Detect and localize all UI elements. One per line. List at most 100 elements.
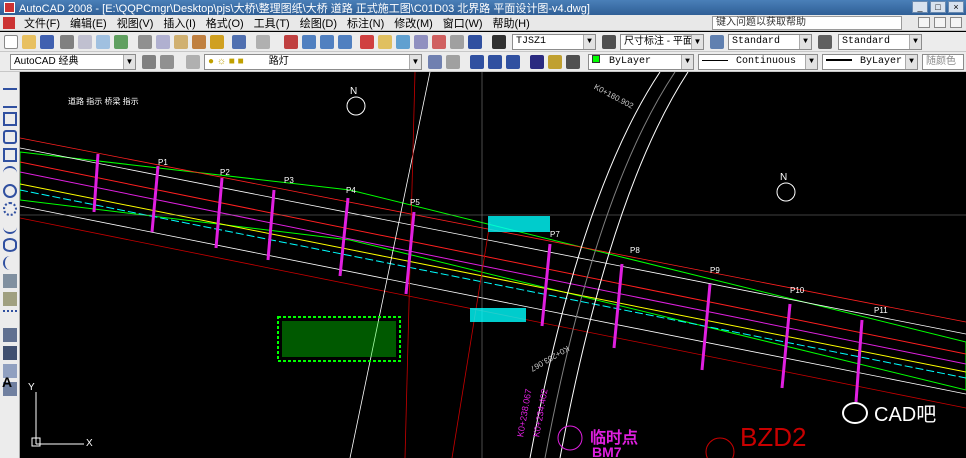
construction-line-icon[interactable] (3, 94, 17, 108)
design-center-icon[interactable] (378, 35, 392, 49)
workspace-select[interactable]: AutoCAD 经典 ▼ (10, 54, 136, 70)
markup-icon[interactable] (432, 35, 446, 49)
workspace-gear-icon[interactable] (160, 55, 174, 69)
multileader-style-icon[interactable] (818, 35, 832, 49)
workspace-settings-icon[interactable] (142, 55, 156, 69)
layer-tool-icon-3[interactable] (506, 55, 520, 69)
menu-edit[interactable]: 编辑(E) (65, 15, 112, 31)
layer-manager-icon[interactable] (186, 55, 200, 69)
color-swatch (592, 55, 600, 63)
doc-close-button[interactable] (950, 17, 962, 28)
doc-restore-button[interactable] (934, 17, 946, 28)
make-current-layer-icon[interactable] (428, 55, 442, 69)
menu-tools[interactable]: 工具(T) (249, 15, 295, 31)
save-icon[interactable] (40, 35, 54, 49)
layer-tool-icon-1[interactable] (470, 55, 484, 69)
undo-icon[interactable] (232, 35, 246, 49)
maximize-button[interactable]: □ (930, 1, 946, 13)
polyline-icon[interactable] (3, 112, 17, 126)
cut-icon[interactable] (138, 35, 152, 49)
print-icon[interactable] (60, 35, 74, 49)
menu-draw[interactable]: 绘图(D) (295, 15, 342, 31)
document-icon[interactable] (3, 16, 15, 29)
wechat-logo-icon (842, 401, 868, 424)
color-select[interactable]: ByLayer ▼ (588, 54, 694, 70)
pier-label-p2: P2 (220, 168, 230, 177)
pier-label-p5: P5 (410, 198, 420, 207)
layer-tool-icon-2[interactable] (488, 55, 502, 69)
layer-tool-icon-5[interactable] (548, 55, 562, 69)
zoom-window-icon[interactable] (320, 35, 334, 49)
pier-label-p9: P9 (710, 266, 720, 275)
dim-style-value: 尺寸标注 - 平面 (624, 36, 693, 47)
benchmark-label: BZD2 (740, 422, 807, 452)
publish-icon[interactable] (96, 35, 110, 49)
calculator-icon[interactable] (450, 35, 464, 49)
layer-tool-icon-4[interactable] (530, 55, 544, 69)
layer-select[interactable]: ● ☼ ■ ■ 路灯 ▼ (204, 54, 422, 70)
layer-tool-icon-6[interactable] (566, 55, 580, 69)
layer-value: 路灯 (268, 56, 289, 67)
minimize-button[interactable]: _ (912, 1, 928, 13)
tool-palettes-icon[interactable] (396, 35, 410, 49)
redo-icon[interactable] (256, 35, 270, 49)
point-icon[interactable] (3, 310, 17, 324)
menu-window[interactable]: 窗口(W) (438, 15, 488, 31)
multileader-style-select[interactable]: Standard ▼ (838, 34, 922, 50)
pier-label-p8: P8 (630, 246, 640, 255)
properties-icon[interactable] (360, 35, 374, 49)
help-search-input[interactable]: 键入问题以获取帮助 (712, 16, 902, 30)
open-file-icon[interactable] (22, 35, 36, 49)
match-properties-icon[interactable] (192, 35, 206, 49)
plot-style-select[interactable]: 随颜色 (922, 54, 964, 70)
lineweight-select[interactable]: ByLayer ▼ (822, 54, 918, 70)
paste-icon[interactable] (174, 35, 188, 49)
linetype-select[interactable]: Continuous ▼ (698, 54, 818, 70)
sheet-set-icon[interactable] (414, 35, 428, 49)
close-button[interactable]: × (948, 1, 964, 13)
dim-style-select[interactable]: 尺寸标注 - 平面 ▼ (620, 34, 704, 50)
zoom-previous-icon[interactable] (338, 35, 352, 49)
pan-icon[interactable] (284, 35, 298, 49)
menu-file[interactable]: 文件(F) (19, 15, 65, 31)
table-style-icon[interactable] (710, 35, 724, 49)
text-style-icon[interactable] (492, 35, 506, 49)
line-icon[interactable] (3, 76, 17, 90)
lineweight-value: ByLayer (860, 56, 903, 67)
zoom-realtime-icon[interactable] (302, 35, 316, 49)
new-file-icon[interactable] (4, 35, 18, 49)
copy-icon[interactable] (156, 35, 170, 49)
make-block-icon[interactable] (3, 292, 17, 306)
revision-cloud-icon[interactable] (3, 202, 17, 216)
menu-dimension[interactable]: 标注(N) (342, 15, 389, 31)
spline-icon[interactable] (3, 220, 17, 234)
multiline-text-icon[interactable]: A (2, 374, 18, 390)
hatch-icon[interactable] (3, 328, 17, 342)
menu-modify[interactable]: 修改(M) (389, 15, 438, 31)
text-style-select[interactable]: TJSZ1 ▼ (512, 34, 596, 50)
autocad-app-icon[interactable] (4, 2, 15, 13)
menu-help[interactable]: 帮助(H) (488, 15, 535, 31)
plot-preview-icon[interactable] (78, 35, 92, 49)
block-editor-icon[interactable] (210, 35, 224, 49)
menu-insert[interactable]: 插入(I) (158, 15, 200, 31)
pier-label-p7: P7 (550, 230, 560, 239)
drawing-area[interactable]: 道路 指示 桥梁 指示 N N P1 P2 P3 P4 P5 P7 P8 P9 … (20, 72, 966, 458)
doc-minimize-button[interactable] (918, 17, 930, 28)
circle-icon[interactable] (3, 184, 17, 198)
temp-point-code: BM7 (592, 444, 622, 458)
ellipse-arc-icon[interactable] (3, 256, 17, 270)
ellipse-icon[interactable] (3, 238, 17, 252)
polygon-icon[interactable] (3, 130, 17, 144)
menu-view[interactable]: 视图(V) (112, 15, 159, 31)
rectangle-icon[interactable] (3, 148, 17, 162)
dim-style-icon[interactable] (602, 35, 616, 49)
arc-icon[interactable] (3, 166, 17, 180)
layer-previous-icon[interactable] (446, 55, 460, 69)
3d-dwf-icon[interactable] (114, 35, 128, 49)
menu-format[interactable]: 格式(O) (201, 15, 249, 31)
insert-block-icon[interactable] (3, 274, 17, 288)
gradient-icon[interactable] (3, 346, 17, 360)
table-style-select[interactable]: Standard ▼ (728, 34, 812, 50)
help-icon[interactable] (468, 35, 482, 49)
